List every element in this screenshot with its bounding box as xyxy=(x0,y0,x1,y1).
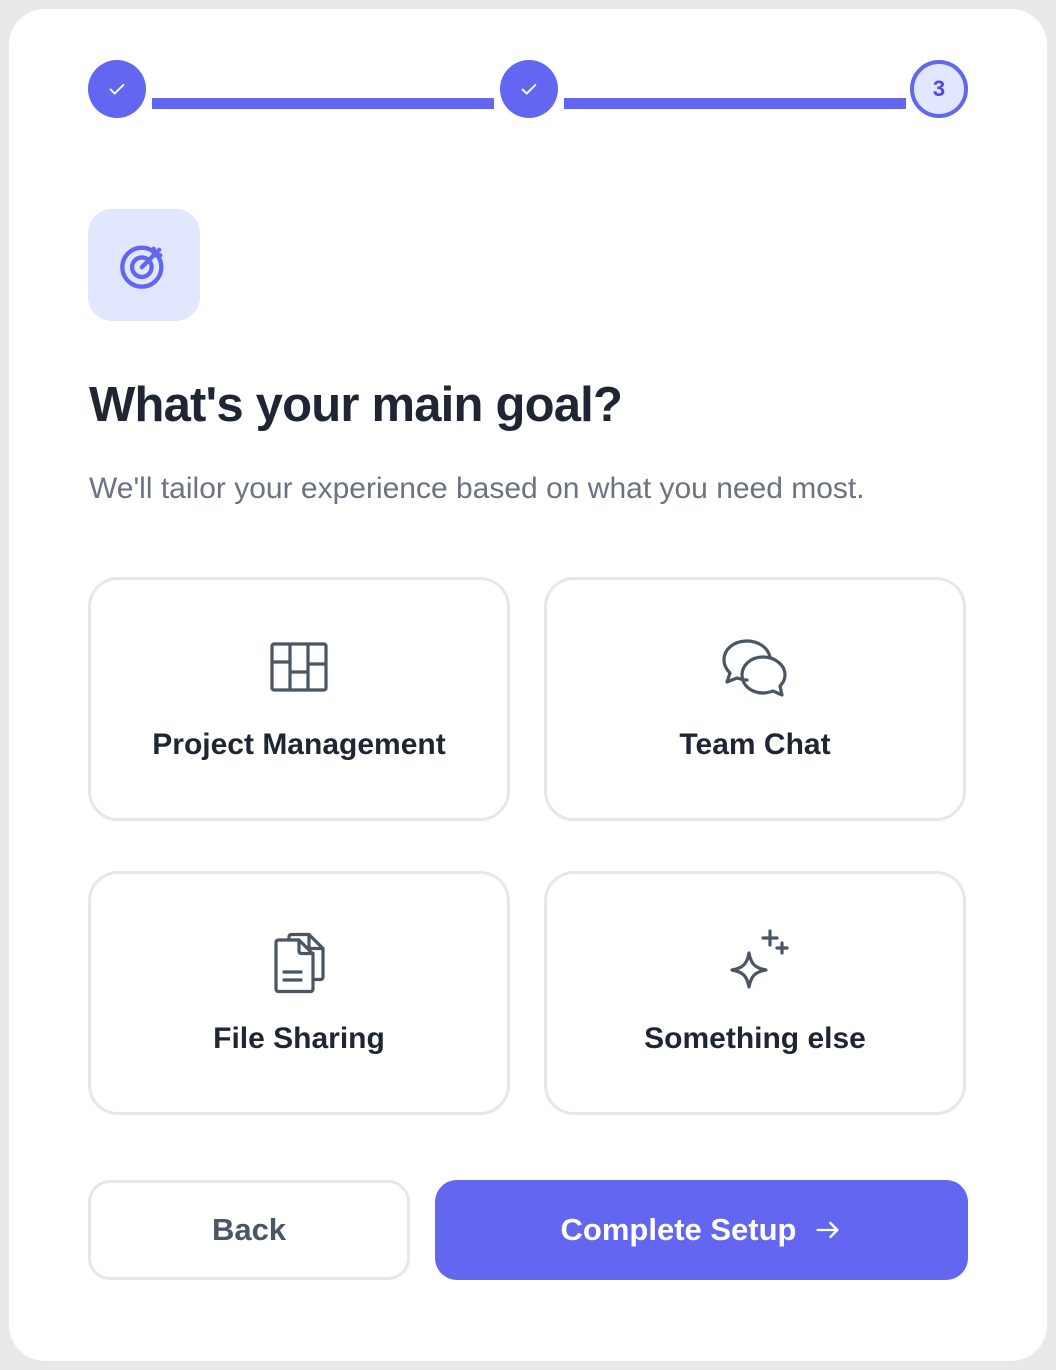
page-subtitle: We'll tailor your experience based on wh… xyxy=(89,472,865,505)
complete-setup-label: Complete Setup xyxy=(560,1212,797,1247)
option-label: Something else xyxy=(644,1022,866,1055)
complete-setup-button[interactable]: Complete Setup xyxy=(435,1180,968,1280)
option-project-management[interactable]: Project Management xyxy=(88,577,510,821)
kanban-board-icon xyxy=(263,636,335,702)
step-2-complete xyxy=(500,60,558,118)
page-title: What's your main goal? xyxy=(89,378,623,432)
check-icon xyxy=(521,83,537,95)
option-team-chat[interactable]: Team Chat xyxy=(544,577,966,821)
option-label: Project Management xyxy=(152,728,446,761)
option-file-sharing[interactable]: File Sharing xyxy=(88,871,510,1115)
target-icon xyxy=(120,245,164,289)
step-3-current: 3 xyxy=(910,60,968,118)
documents-icon xyxy=(263,930,335,996)
onboarding-card: 3 What's your main goal? We'll tailor yo… xyxy=(9,9,1047,1361)
option-something-else[interactable]: Something else xyxy=(544,871,966,1115)
back-button[interactable]: Back xyxy=(88,1180,410,1280)
step-number: 3 xyxy=(932,76,946,101)
step-1-complete xyxy=(88,60,146,118)
chat-bubbles-icon xyxy=(719,636,791,702)
check-icon xyxy=(109,83,125,95)
goal-badge xyxy=(88,209,200,321)
arrow-right-icon xyxy=(816,1221,839,1239)
step-connector-1 xyxy=(152,98,494,109)
progress-stepper: 3 xyxy=(88,60,968,118)
sparkles-icon xyxy=(719,929,791,996)
option-label: Team Chat xyxy=(679,728,831,761)
step-connector-2 xyxy=(564,98,906,109)
option-label: File Sharing xyxy=(213,1022,385,1055)
